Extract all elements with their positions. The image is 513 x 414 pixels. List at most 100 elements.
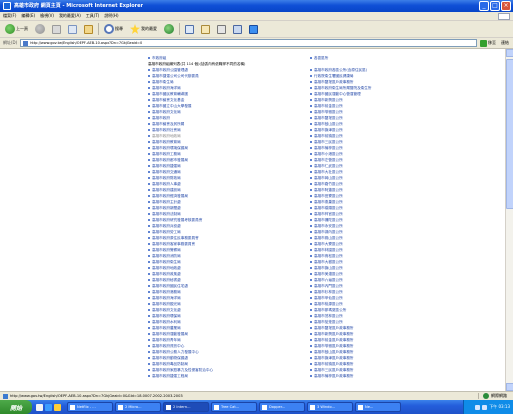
agency-link[interactable]: 高雄市政府勞工局 bbox=[152, 230, 181, 235]
agency-link[interactable]: 各區區所 bbox=[314, 56, 328, 61]
agency-link[interactable]: 高雄市鹽埕區戶政事務所 bbox=[314, 326, 354, 331]
agency-link[interactable]: 高雄市旗津區戶政事務所 bbox=[314, 356, 354, 361]
agency-link[interactable]: 高雄市國立中山大學發展 bbox=[152, 104, 192, 109]
agency-link[interactable]: 高雄市大樹區公所 bbox=[314, 260, 343, 265]
agency-link[interactable]: 高雄市阿蓮區公所 bbox=[314, 188, 343, 193]
agency-link[interactable]: 高雄市那瑪夏區公所 bbox=[314, 308, 346, 313]
agency-link[interactable]: 高雄市政府水利局 bbox=[152, 320, 181, 325]
stop-button[interactable] bbox=[50, 23, 63, 35]
agency-link[interactable]: 高雄市鼓山區公所 bbox=[314, 122, 343, 127]
agency-link[interactable]: 高雄市政府新聞處 bbox=[152, 206, 181, 211]
agency-link[interactable]: 高雄市政府公務人力發展中心 bbox=[152, 350, 199, 355]
agency-link[interactable]: 高雄市鳳山區公所 bbox=[314, 236, 343, 241]
agency-link[interactable]: 高雄市國民教育輔導團 bbox=[152, 92, 188, 97]
agency-link[interactable]: 高雄市政府衛生局 bbox=[152, 260, 181, 265]
agency-link[interactable]: 高雄市永安區公所 bbox=[314, 224, 343, 229]
agency-link[interactable]: 高雄市政府文化處 bbox=[152, 308, 181, 313]
agency-link[interactable]: 高雄市議會文化基金 bbox=[152, 98, 184, 103]
agency-link[interactable]: 高雄市政府環境保護局 bbox=[152, 146, 188, 151]
agency-link[interactable]: 高雄市內門區公所 bbox=[314, 284, 343, 289]
favorites-button[interactable]: 我的最愛 bbox=[128, 23, 159, 35]
agency-link[interactable]: 高雄市大社區公所 bbox=[314, 170, 343, 175]
agency-link[interactable]: 高雄市政府運動發展局 bbox=[152, 332, 188, 337]
taskbar-button[interactable]: Ne... bbox=[355, 402, 401, 412]
media-button[interactable] bbox=[162, 23, 176, 35]
menu-file[interactable]: 檔案(F) bbox=[3, 13, 16, 19]
agency-link[interactable]: 高雄市鳥松區公所 bbox=[314, 254, 343, 259]
agency-link[interactable]: 高雄市政府海洋局 bbox=[152, 86, 181, 91]
agency-link[interactable]: 高雄市新興區戶政事務所 bbox=[314, 332, 354, 337]
menu-view[interactable]: 檢視(V) bbox=[40, 13, 54, 19]
agency-link[interactable]: 高雄市政府經濟發展局 bbox=[152, 194, 188, 199]
agency-link[interactable]: 高雄市政府建設局 bbox=[152, 188, 181, 193]
agency-link[interactable]: 高雄市政府觀光局 bbox=[152, 302, 181, 307]
agency-link[interactable]: 高雄市政府消防局 bbox=[152, 254, 181, 259]
menu-tools[interactable]: 工具(T) bbox=[86, 13, 100, 19]
print-button[interactable] bbox=[215, 23, 228, 35]
agency-link[interactable]: 高雄市政府捷運局 bbox=[152, 164, 181, 169]
agency-link[interactable]: 高雄市鹽埕區公所 bbox=[314, 116, 343, 121]
agency-link[interactable]: 高雄市政府警察局 bbox=[152, 248, 181, 253]
agency-link[interactable]: 高雄市政府人事處 bbox=[152, 182, 181, 187]
agency-link[interactable]: 高雄市湖內區公所 bbox=[314, 230, 343, 235]
taskbar-button[interactable]: 2 Intern... bbox=[163, 402, 209, 412]
agency-link[interactable]: 高雄市政府衛生局所屬醫院及衛生所 bbox=[314, 86, 372, 91]
agency-link[interactable]: 高雄市彌陀區公所 bbox=[314, 218, 343, 223]
agency-link[interactable]: 高雄市政府交通局 bbox=[152, 170, 181, 175]
agency-link[interactable]: 高雄市政府環保局 bbox=[152, 314, 181, 319]
agency-link[interactable]: 高雄市政府工務局 bbox=[152, 152, 181, 157]
agency-link[interactable]: 高雄市政府地政局 bbox=[152, 134, 181, 139]
scroll-down-arrow-icon[interactable] bbox=[506, 383, 513, 391]
agency-link[interactable]: 高雄市政府 bbox=[152, 116, 170, 121]
agency-link[interactable]: 高雄市議會及其所屬 bbox=[152, 122, 184, 127]
agency-link[interactable]: 高雄市政府都市發展局 bbox=[152, 158, 188, 163]
agency-link[interactable]: 高雄市前鎮區戶政事務所 bbox=[314, 362, 354, 367]
agency-link[interactable]: 高雄市田寮區公所 bbox=[314, 194, 343, 199]
agency-link[interactable]: 高雄市政府動物保護處 bbox=[152, 356, 188, 361]
agency-link[interactable]: 高雄市岡山區公所 bbox=[314, 176, 343, 181]
menu-edit[interactable]: 編輯(E) bbox=[21, 13, 35, 19]
agency-link[interactable]: 高雄市苓雅區公所 bbox=[314, 110, 343, 115]
agency-link[interactable]: 高雄市茄萣區公所 bbox=[314, 320, 343, 325]
agency-link[interactable]: 高雄市衛生局 bbox=[152, 80, 174, 85]
taskbar-button[interactable]: Tree Cat... bbox=[211, 402, 257, 412]
agency-link[interactable]: 高雄市政府青年局 bbox=[152, 338, 181, 343]
edit-button[interactable] bbox=[231, 23, 244, 35]
taskbar-button[interactable]: 3 Windo... bbox=[307, 402, 353, 412]
agency-link[interactable]: 高雄市甲仙區公所 bbox=[314, 296, 343, 301]
agency-link[interactable]: 高雄市政府財政局 bbox=[152, 176, 181, 181]
agency-link[interactable]: 高雄市橋頭區公所 bbox=[314, 206, 343, 211]
ie-quicklaunch-icon[interactable] bbox=[45, 403, 52, 411]
agency-link[interactable]: 高雄市政府研究發展考核委員會 bbox=[152, 218, 202, 223]
agency-link[interactable]: 高雄市前金區公所 bbox=[314, 104, 343, 109]
start-button[interactable]: 開始 bbox=[0, 400, 32, 414]
agency-link[interactable]: 高雄市新興區公所 bbox=[314, 98, 343, 103]
list-item[interactable]: 高雄市楠梓區戶政事務所 bbox=[310, 373, 480, 379]
scroll-thumb[interactable] bbox=[506, 59, 513, 209]
agency-link[interactable]: 高雄市小港區公所 bbox=[314, 152, 343, 157]
agency-link[interactable]: 高雄市政府港務局 bbox=[152, 290, 181, 295]
search-button[interactable]: 搜尋 bbox=[102, 23, 125, 35]
taskbar-button[interactable]: Netflix - ... bbox=[67, 402, 113, 412]
agency-link[interactable]: 高雄市政府社會局 bbox=[152, 128, 181, 133]
scroll-up-arrow-icon[interactable] bbox=[506, 49, 513, 57]
agency-link[interactable]: 高雄市政府文化局 bbox=[152, 110, 181, 115]
agency-link[interactable]: 高雄市美濃區公所 bbox=[314, 272, 343, 277]
agency-link[interactable]: 高雄市旗津區公所 bbox=[314, 128, 343, 133]
agency-link[interactable]: 高雄市政府家庭暴力及性侵害防治中心 bbox=[152, 368, 213, 373]
back-button[interactable]: 上一頁 bbox=[3, 23, 30, 35]
forward-button[interactable] bbox=[33, 23, 47, 35]
vertical-scrollbar[interactable] bbox=[505, 49, 513, 391]
agency-link[interactable]: 高雄市政府國民住宅處 bbox=[152, 284, 188, 289]
taskbar-button[interactable]: Dopper... bbox=[259, 402, 305, 412]
agency-link[interactable]: 高雄市杉林區公所 bbox=[314, 290, 343, 295]
agency-link[interactable]: 高雄市苓雅區戶政事務所 bbox=[314, 344, 354, 349]
agency-link[interactable]: 高雄市六龜區公所 bbox=[314, 278, 343, 283]
agency-link[interactable]: 高雄市政府農業局 bbox=[152, 326, 181, 331]
agency-link[interactable]: 高雄市前鎮區公所 bbox=[314, 134, 343, 139]
agency-link[interactable]: 高雄市政府資訊中心 bbox=[152, 344, 184, 349]
agency-link[interactable]: 高雄市政府公園管理處 bbox=[152, 68, 188, 73]
agency-link[interactable]: 高雄市桃源區公所 bbox=[314, 302, 343, 307]
history-button[interactable] bbox=[183, 23, 196, 35]
minimize-button[interactable]: _ bbox=[479, 1, 489, 11]
